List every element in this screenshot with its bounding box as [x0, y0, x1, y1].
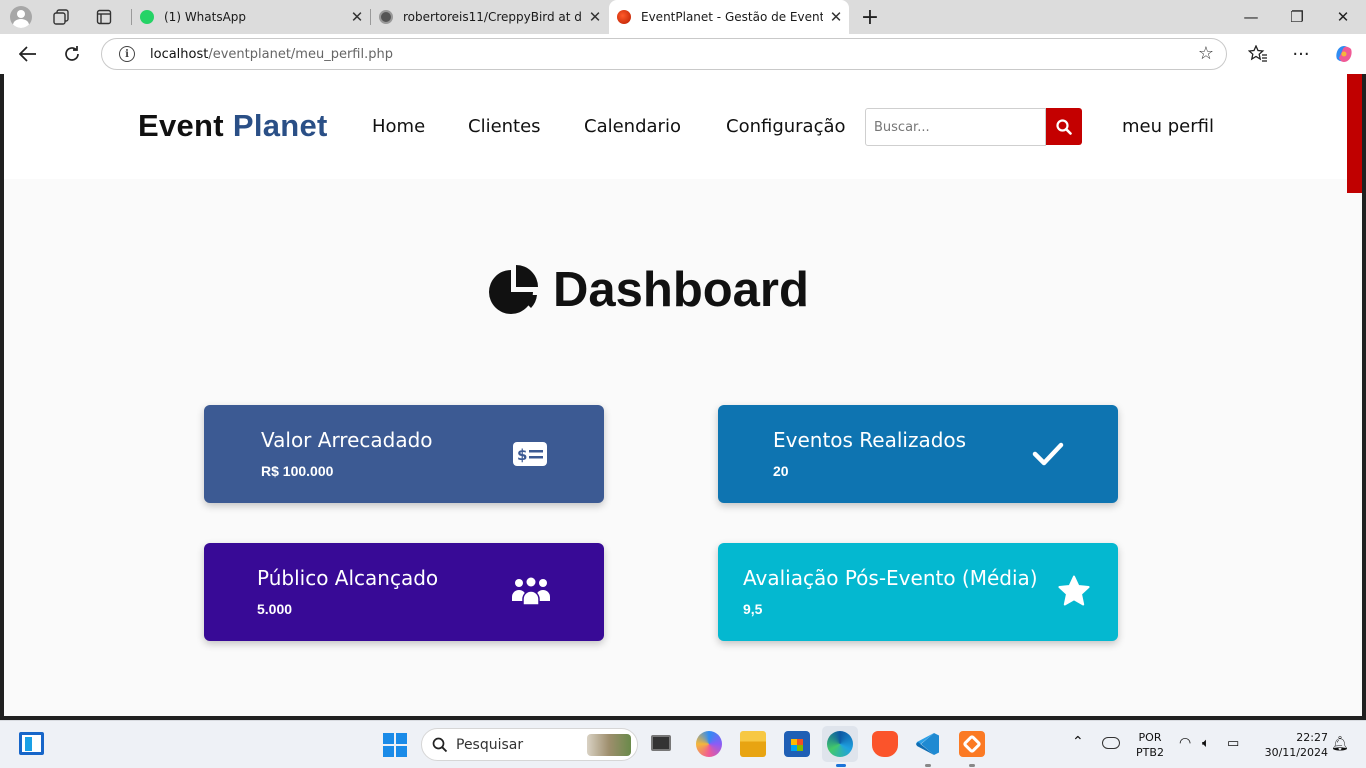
- taskbar-search-box[interactable]: Pesquisar: [421, 728, 638, 761]
- site-header: Event Planet Home Clientes Calendario Co…: [4, 74, 1362, 179]
- xampp-icon[interactable]: [959, 731, 985, 757]
- notification-bell-icon[interactable]: 🔔︎: [1331, 737, 1349, 752]
- star-icon: [1058, 575, 1090, 606]
- nav-profile-link[interactable]: meu perfil: [1122, 116, 1214, 137]
- card-value: R$ 100.000: [261, 463, 334, 479]
- money-check-icon: $: [513, 442, 547, 466]
- close-tab-icon[interactable]: ✕: [823, 8, 849, 26]
- card-title: Público Alcançado: [257, 566, 439, 590]
- site-info-icon[interactable]: i: [119, 46, 135, 62]
- search-icon: [1056, 118, 1072, 135]
- edge-running-indicator: [836, 764, 846, 767]
- nav-calendario-link[interactable]: Calendario: [584, 116, 681, 137]
- minimize-button[interactable]: —: [1228, 0, 1274, 34]
- brave-icon[interactable]: [872, 731, 898, 757]
- start-button[interactable]: [383, 733, 409, 759]
- show-hidden-icons-chevron[interactable]: ⌃: [1072, 735, 1084, 750]
- favorite-star-icon[interactable]: ☆: [1198, 43, 1214, 64]
- search-highlight-image: [587, 734, 631, 756]
- browser-tab-strip: (1) WhatsApp ✕ robertoreis11/CreppyBird …: [0, 0, 1366, 34]
- tab-title: (1) WhatsApp: [164, 10, 247, 24]
- reload-icon: [65, 46, 79, 61]
- profile-button[interactable]: [8, 5, 34, 29]
- copilot-button[interactable]: [1328, 40, 1360, 68]
- page-scrollbar-thumb[interactable]: [1347, 74, 1362, 193]
- card-eventos-realizados: Eventos Realizados 20: [718, 405, 1118, 503]
- vscode-icon[interactable]: [915, 731, 941, 757]
- task-view-icon[interactable]: [651, 735, 671, 751]
- taskbar-search-placeholder: Pesquisar: [456, 736, 524, 753]
- favorites-button[interactable]: [1242, 40, 1274, 68]
- onedrive-cloud-icon[interactable]: [1102, 737, 1120, 749]
- tab-github[interactable]: robertoreis11/CreppyBird at deve ✕: [371, 0, 608, 34]
- tab-eventplanet[interactable]: EventPlanet - Gestão de Eventos I ✕: [609, 0, 849, 34]
- site-logo[interactable]: Event Planet: [138, 108, 328, 144]
- wifi-icon[interactable]: ◠: [1179, 736, 1191, 751]
- battery-icon[interactable]: ▭: [1227, 736, 1239, 751]
- tab-actions-icon: [96, 9, 112, 25]
- volume-icon[interactable]: 🔈︎: [1202, 736, 1210, 751]
- search-icon: [432, 737, 448, 752]
- widgets-icon[interactable]: [19, 732, 44, 755]
- github-icon: [379, 10, 393, 24]
- close-window-button[interactable]: ✕: [1320, 0, 1366, 34]
- copilot-taskbar-icon[interactable]: [696, 731, 722, 757]
- site-search-button[interactable]: [1046, 108, 1082, 145]
- favorites-list-icon: [1248, 45, 1267, 62]
- new-tab-button[interactable]: +: [857, 5, 883, 30]
- whatsapp-icon: [140, 10, 154, 24]
- clock[interactable]: 22:27 30/11/2024: [1256, 730, 1328, 760]
- input-language-indicator[interactable]: POR PTB2: [1134, 730, 1166, 760]
- dashboard-title: Dashboard: [553, 263, 809, 317]
- pie-chart-icon: [489, 265, 538, 314]
- card-title: Avaliação Pós-Evento (Média): [743, 566, 1038, 590]
- address-bar[interactable]: i localhost/eventplanet/meu_perfil.php ☆: [101, 38, 1227, 70]
- settings-more-button[interactable]: ···: [1285, 40, 1317, 68]
- xampp-running-indicator: [969, 764, 975, 767]
- tab-actions-button[interactable]: [91, 5, 117, 29]
- card-publico-alcancado: Público Alcançado 5.000: [204, 543, 604, 641]
- nav-configuracao-link[interactable]: Configuração: [726, 116, 846, 137]
- microsoft-store-icon[interactable]: [784, 731, 810, 757]
- tab-title: EventPlanet - Gestão de Eventos I: [641, 10, 823, 24]
- card-valor-arrecadado: Valor Arrecadado R$ 100.000 $: [204, 405, 604, 503]
- card-title: Valor Arrecadado: [261, 428, 433, 452]
- edge-icon: [827, 731, 853, 757]
- url-text: localhost/eventplanet/meu_perfil.php: [150, 46, 393, 62]
- card-title: Eventos Realizados: [773, 428, 967, 452]
- workspaces-button[interactable]: [48, 5, 74, 29]
- back-button[interactable]: [12, 40, 44, 68]
- workspaces-icon: [53, 9, 69, 25]
- browser-toolbar: i localhost/eventplanet/meu_perfil.php ☆…: [0, 34, 1366, 74]
- card-value: 9,5: [743, 601, 763, 617]
- close-tab-icon[interactable]: ✕: [344, 8, 370, 26]
- tab-title: robertoreis11/CreppyBird at deve: [403, 10, 582, 24]
- dashboard-heading: Dashboard: [487, 262, 809, 318]
- nav-home-link[interactable]: Home: [372, 116, 425, 137]
- svg-text:$: $: [517, 446, 527, 464]
- file-explorer-icon[interactable]: [740, 731, 766, 757]
- windows-taskbar: Pesquisar ⌃ POR PTB2 ◠ 🔈︎ ▭ 22:27 30/11/…: [0, 720, 1366, 768]
- nav-clientes-link[interactable]: Clientes: [468, 116, 541, 137]
- people-group-icon: [512, 577, 550, 606]
- profile-avatar-icon: [10, 6, 32, 28]
- copilot-icon: [1336, 46, 1352, 62]
- close-tab-icon[interactable]: ✕: [582, 8, 608, 26]
- card-avaliacao-pos-evento: Avaliação Pós-Evento (Média) 9,5: [718, 543, 1118, 641]
- vscode-running-indicator: [925, 764, 931, 767]
- site-search-input[interactable]: [865, 108, 1046, 146]
- card-value: 5.000: [257, 601, 293, 617]
- reload-button[interactable]: [56, 40, 88, 68]
- card-value: 20: [773, 463, 789, 479]
- back-arrow-icon: [19, 46, 36, 62]
- tab-whatsapp[interactable]: (1) WhatsApp ✕: [132, 0, 370, 34]
- edge-taskbar-button[interactable]: [822, 726, 858, 762]
- page-viewport: Event Planet Home Clientes Calendario Co…: [4, 74, 1362, 716]
- windows-logo-icon: [383, 733, 407, 757]
- restore-button[interactable]: ❐: [1274, 0, 1320, 34]
- eventplanet-icon: [617, 10, 631, 24]
- checkmark-icon: [1032, 442, 1064, 466]
